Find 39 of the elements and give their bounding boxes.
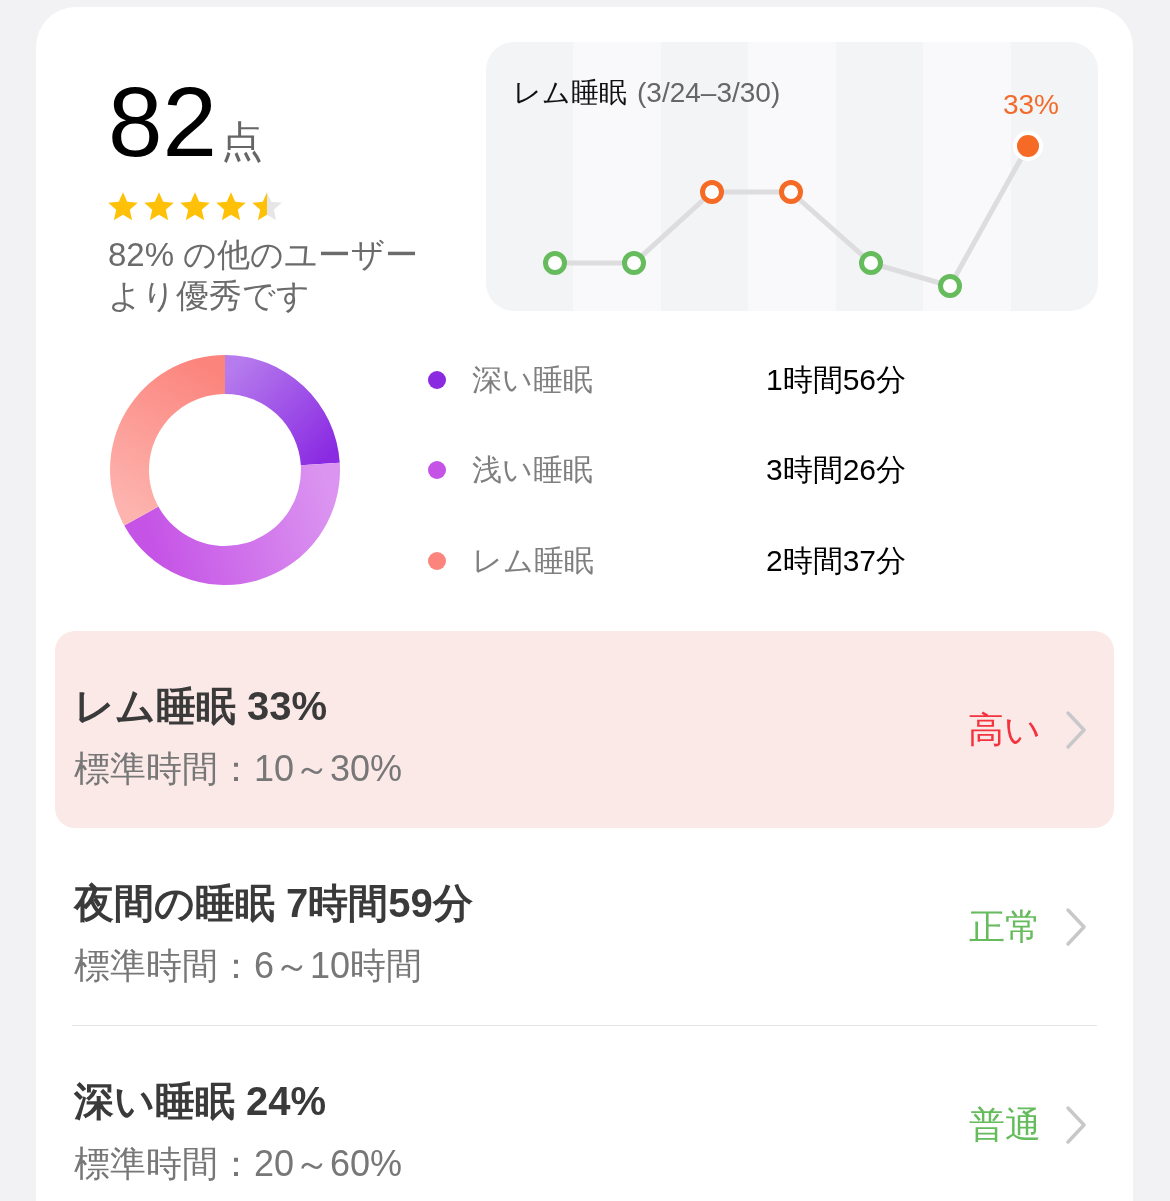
- normal-range: 標準時間：10～30%: [74, 747, 403, 791]
- data-point: [622, 251, 646, 275]
- status-label: 正常: [969, 904, 1041, 949]
- data-point: [938, 274, 962, 298]
- status-label: 高い: [968, 707, 1041, 752]
- star-icon: [180, 192, 210, 221]
- data-point: [779, 180, 803, 204]
- star-icon: [216, 192, 246, 221]
- metric-title: 夜間の睡眠 7時間59分: [74, 880, 473, 927]
- metric-row[interactable]: レム睡眠 33% 標準時間：10～30% 高い: [55, 631, 1114, 828]
- metric-title: レム睡眠 33%: [74, 683, 329, 730]
- chart-title: レム睡眠: [513, 76, 627, 110]
- status-label: 普通: [969, 1102, 1041, 1147]
- legend-label: 深い睡眠: [472, 361, 594, 398]
- star-icon: [108, 192, 138, 221]
- metric-title: 深い睡眠 24%: [74, 1078, 328, 1125]
- score-value: 82: [108, 73, 217, 171]
- chevron-right-icon: [1065, 709, 1087, 750]
- chevron-right-icon: [1065, 906, 1087, 947]
- value-label: 33%: [1002, 88, 1059, 122]
- legend-value: 3時間26分: [766, 452, 907, 488]
- normal-range: 標準時間：6～10時間: [74, 944, 424, 988]
- metric-row[interactable]: 夜間の睡眠 7時間59分 標準時間：6～10時間 正常: [55, 828, 1114, 1025]
- data-point: [543, 251, 567, 275]
- rank-caption: 82% の他のユーザーより優秀です: [108, 235, 420, 316]
- data-point: [1013, 131, 1043, 161]
- data-point: [859, 251, 883, 275]
- metric-row[interactable]: 深い睡眠 24% 標準時間：20～60% 普通: [55, 1026, 1114, 1201]
- chevron-right-icon: [1065, 1104, 1087, 1145]
- data-point: [700, 180, 724, 204]
- legend-value: 2時間37分: [766, 542, 907, 579]
- legend-label: 浅い睡眠: [472, 452, 594, 488]
- legend-label: レム睡眠: [472, 542, 595, 579]
- star-icon: [252, 192, 282, 221]
- score-unit: 点: [221, 121, 263, 163]
- legend-value: 1時間56分: [766, 361, 907, 398]
- star-icon: [144, 192, 174, 221]
- date-range: (3/24–3/30): [637, 76, 781, 110]
- normal-range: 標準時間：20～60%: [74, 1142, 403, 1186]
